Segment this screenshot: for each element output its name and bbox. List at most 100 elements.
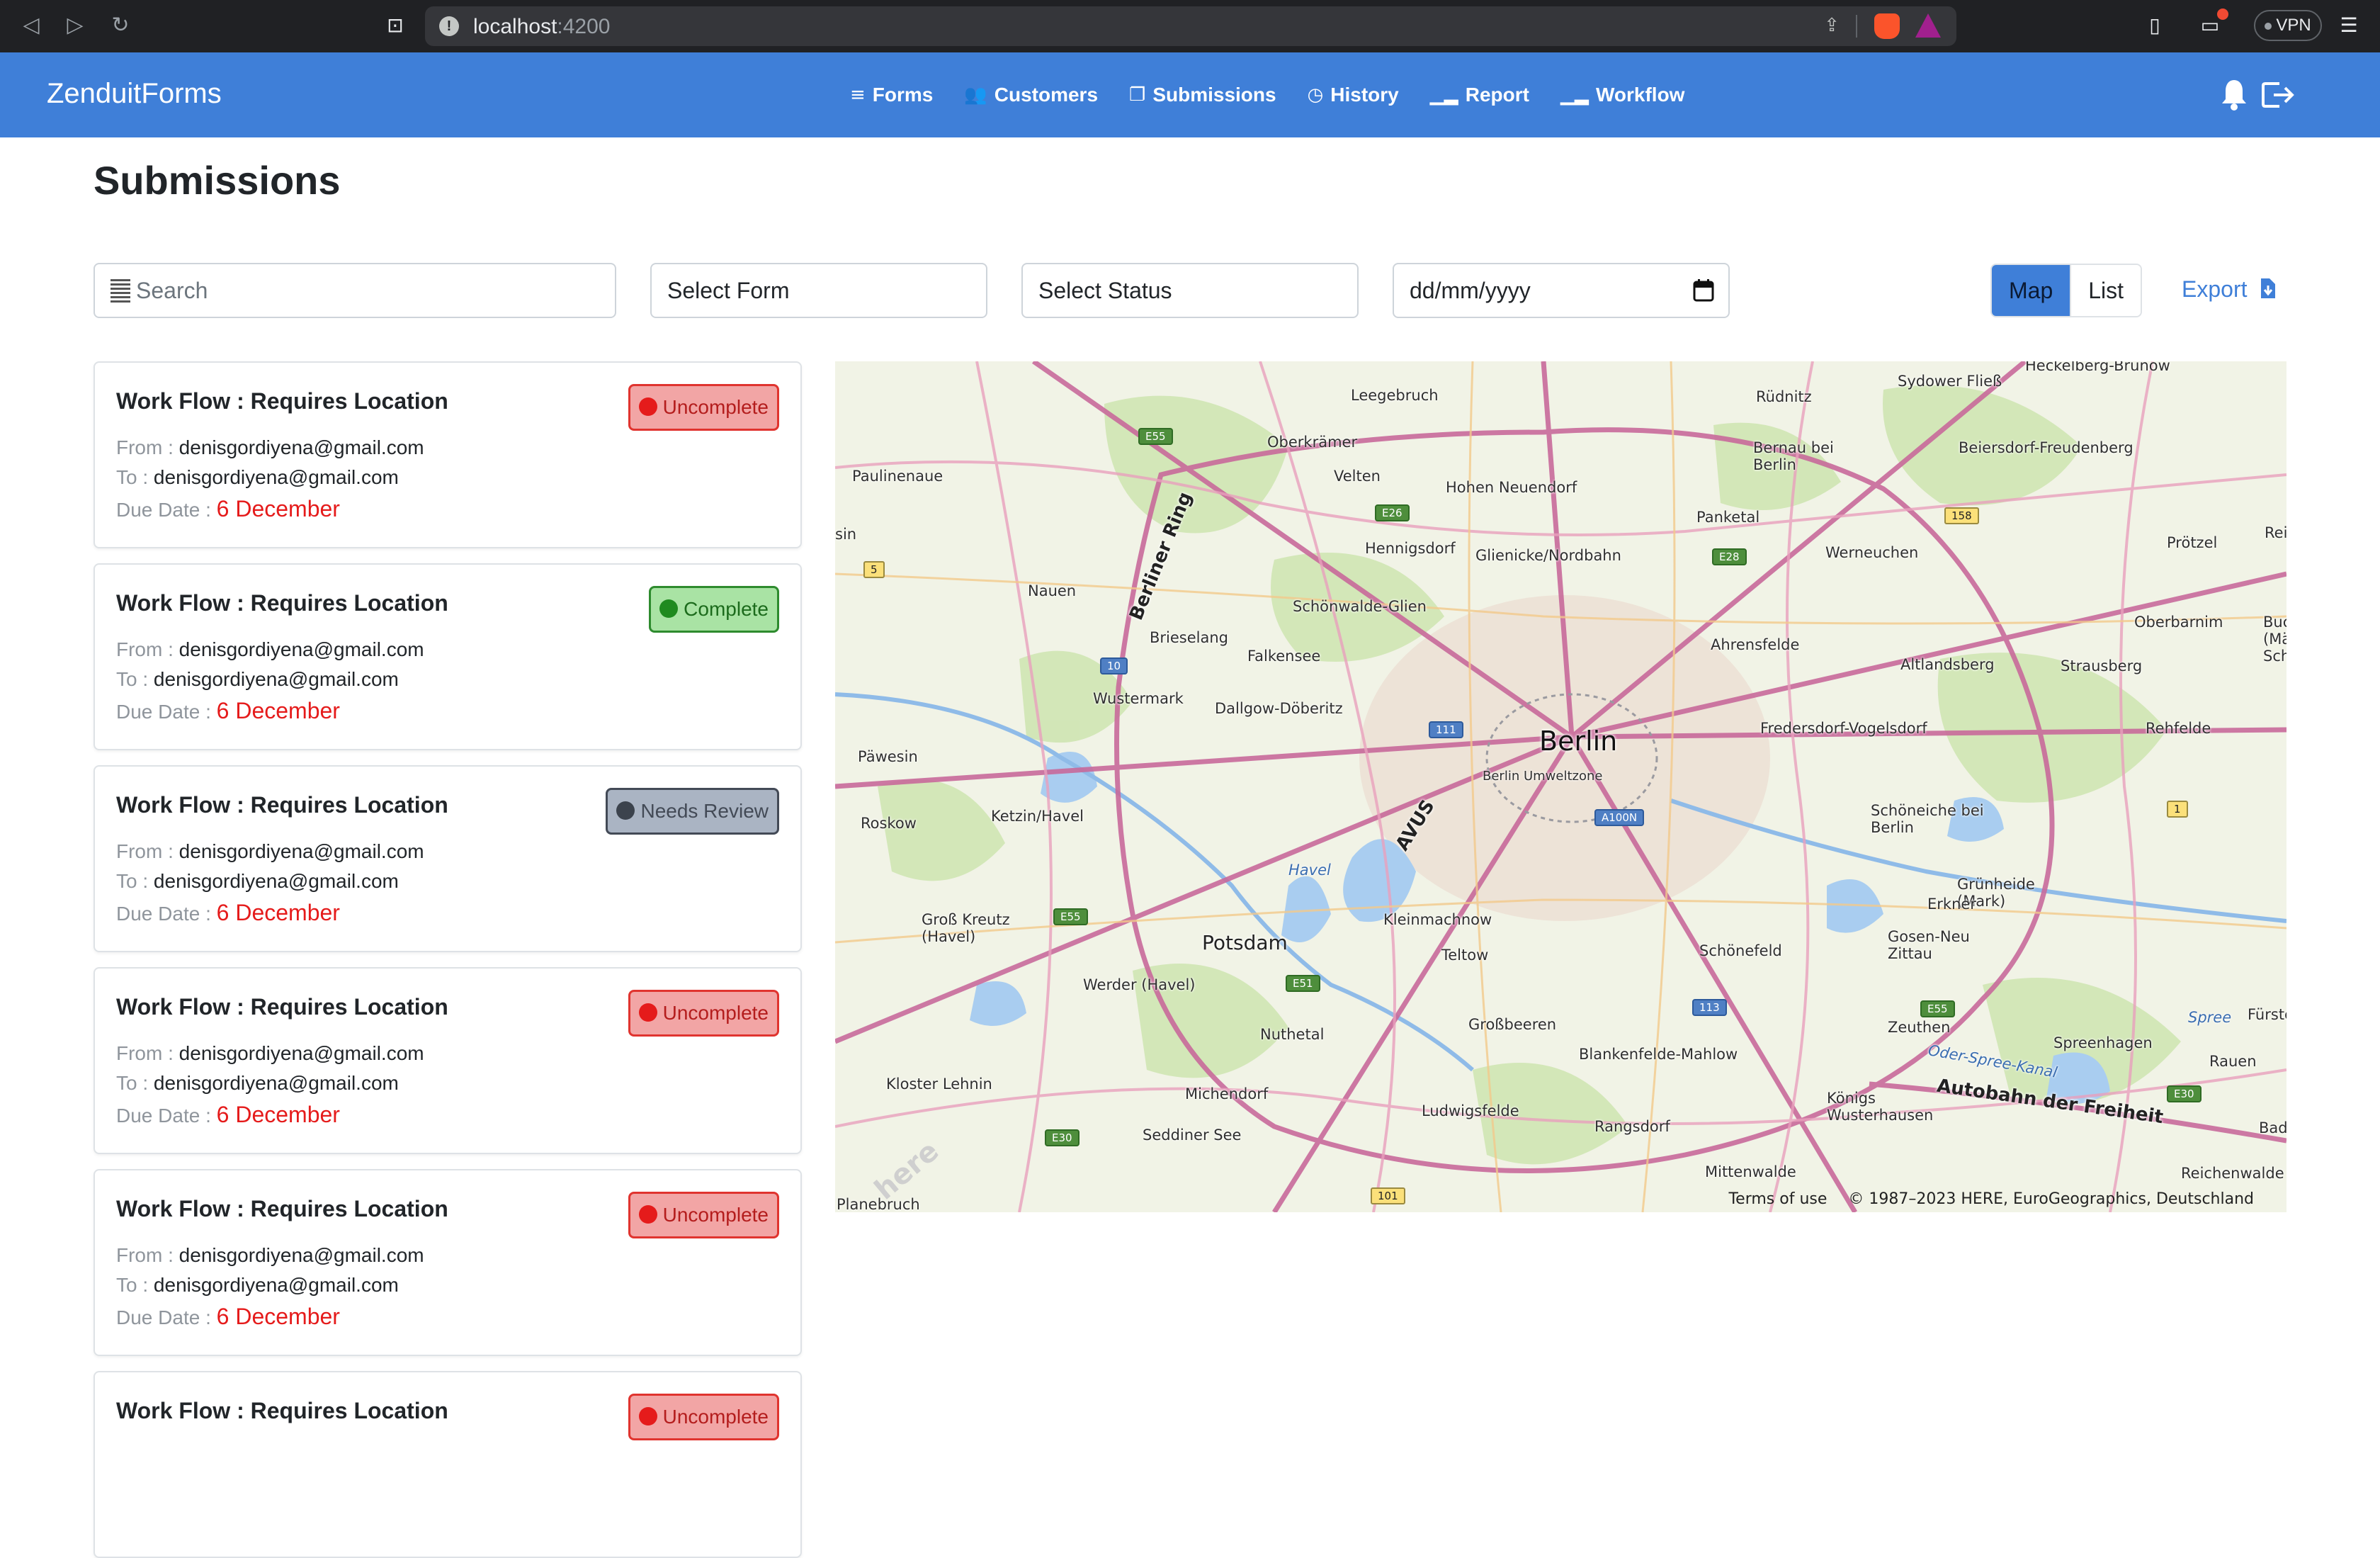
submission-card[interactable]: Work Flow : Requires Location Uncomplete F… <box>94 967 802 1154</box>
map-place-label: Hohen Neuendorf <box>1446 479 1577 496</box>
road-shield: 10 <box>1100 657 1128 674</box>
nav-customers[interactable]: 👥 Customers <box>964 84 1098 106</box>
submission-card[interactable]: Work Flow : Requires Location Uncomplete <box>94 1371 802 1558</box>
from-row: From : denisgordiyena@gmail.com <box>116 638 424 660</box>
map-place-label: Rauen <box>2209 1053 2257 1070</box>
main-nav: ≡ Forms 👥 Customers ❐ Submissions ◷ Hist… <box>850 52 1684 137</box>
chart-icon: ▁▂ <box>1560 84 1589 106</box>
to-email: denisgordiyena@gmail.com <box>153 1072 399 1094</box>
status-badge: Uncomplete <box>628 384 779 431</box>
back-icon[interactable]: ◁ <box>18 13 44 38</box>
map-place-label: Rei <box>2265 524 2286 541</box>
due-date-row: Due Date : 6 December <box>116 698 340 723</box>
map-place-label: Schönwalde-Glien <box>1293 598 1427 615</box>
road-shield: 1 <box>2167 801 2188 818</box>
map-place-label: Schönefeld <box>1699 942 1782 959</box>
road-shield: E55 <box>1053 908 1088 925</box>
brave-rewards-icon[interactable] <box>1915 13 1941 38</box>
brave-shields-icon[interactable] <box>1874 13 1900 39</box>
status-badge: Uncomplete <box>628 1192 779 1238</box>
nav-submissions[interactable]: ❐ Submissions <box>1129 84 1276 106</box>
logout-icon[interactable] <box>2261 81 2296 109</box>
road-shield: E28 <box>1712 548 1747 565</box>
map-place-label: Zeuthen <box>1888 1019 1951 1036</box>
list-view-button[interactable]: List <box>2070 265 2141 316</box>
map-place-label: Werder (Havel) <box>1083 976 1196 993</box>
search-input[interactable]: Search <box>94 263 616 318</box>
search-list-icon <box>110 278 130 303</box>
map-place-label: Spreenhagen <box>2053 1034 2153 1051</box>
submission-card[interactable]: Work Flow : Requires Location Needs Revie… <box>94 765 802 952</box>
map-place-label: Reichenwalde <box>2181 1165 2284 1182</box>
map-place-label: Seddiner See <box>1143 1127 1242 1144</box>
site-info-icon[interactable]: ! <box>439 16 459 36</box>
map-place-label: Altlandsberg <box>1900 656 1995 673</box>
nav-workflow[interactable]: ▁▂ Workflow <box>1560 84 1684 106</box>
road-shield: E55 <box>1920 1000 1955 1017</box>
status-badge: Uncomplete <box>628 1394 779 1440</box>
reload-icon[interactable]: ↻ <box>108 13 133 38</box>
map-place-label: Heckelberg-Brunow <box>2025 361 2170 374</box>
map-view-button[interactable]: Map <box>1992 265 2070 316</box>
map-place-label: Panketal <box>1696 509 1760 526</box>
bookmark-icon[interactable]: ⊡ <box>382 13 408 38</box>
submission-card[interactable]: Work Flow : Requires Location Complete Fro… <box>94 563 802 750</box>
submission-card[interactable]: Work Flow : Requires Location Uncomplete F… <box>94 361 802 548</box>
nav-report[interactable]: ▁▂ Report <box>1430 84 1529 106</box>
to-row: To : denisgordiyena@gmail.com <box>116 668 399 690</box>
submission-title: Work Flow : Requires Location <box>116 792 448 818</box>
road-shield: 111 <box>1429 721 1463 738</box>
map-place-label: Fürste <box>2248 1006 2286 1023</box>
map-place-label: Wustermark <box>1093 690 1184 707</box>
map-place-label: Prötzel <box>2167 534 2218 551</box>
sidebar-toggle-icon[interactable]: ▯ <box>2141 13 2169 38</box>
submissions-map[interactable]: Berlin Berlin Umweltzone Potsdam Berline… <box>835 361 2286 1212</box>
to-row: To : denisgordiyena@gmail.com <box>116 870 399 892</box>
map-place-label: Gosen-Neu Zittau <box>1888 928 1970 962</box>
map-place-label: Hennigsdorf <box>1365 540 1456 557</box>
to-email: denisgordiyena@gmail.com <box>153 466 399 488</box>
nav-history[interactable]: ◷ History <box>1308 84 1399 106</box>
to-row: To : denisgordiyena@gmail.com <box>116 1274 399 1296</box>
status-badge: Uncomplete <box>628 990 779 1037</box>
terms-of-use-link[interactable]: Terms of use <box>1728 1190 1827 1208</box>
browser-toolbar: ◁ ▷ ↻ ⊡ ! localhost:4200 ⇪ ▯ ▭ VPN ☰ <box>0 0 2380 52</box>
map-place-label: Erkner <box>1927 896 1976 913</box>
map-place-label: Dallgow-Döberitz <box>1215 700 1343 717</box>
select-status-dropdown[interactable]: Select Status <box>1021 263 1359 318</box>
url-text[interactable]: localhost:4200 <box>473 15 610 39</box>
divider <box>1856 15 1857 38</box>
from-row: From : denisgordiyena@gmail.com <box>116 1042 424 1064</box>
bell-icon[interactable] <box>2220 78 2248 111</box>
select-form-dropdown[interactable]: Select Form <box>650 263 987 318</box>
clock-icon: ◷ <box>1307 84 1324 106</box>
menu-icon[interactable]: ☰ <box>2335 13 2363 38</box>
page-title: Submissions <box>94 158 341 203</box>
calendar-icon[interactable] <box>1693 278 1714 303</box>
to-email: denisgordiyena@gmail.com <box>153 668 399 690</box>
export-button[interactable]: Export <box>2182 276 2276 303</box>
address-bar[interactable]: ! localhost:4200 ⇪ <box>425 6 1956 46</box>
due-date-row: Due Date : 6 December <box>116 1102 340 1127</box>
map-place-label: Nauen <box>1028 582 1077 599</box>
share-icon[interactable]: ⇪ <box>1820 15 1843 38</box>
nav-forms[interactable]: ≡ Forms <box>850 84 933 106</box>
status-dot-icon <box>659 599 679 618</box>
users-icon: 👥 <box>964 84 987 106</box>
road-shield: E30 <box>2167 1085 2202 1102</box>
brand-logo[interactable]: ZenduitForms <box>47 78 222 110</box>
map-attribution: Terms of use © 1987–2023 HERE, EuroGeogra… <box>1707 1190 2254 1208</box>
map-place-label: Leegebruch <box>1351 387 1439 404</box>
submission-title: Work Flow : Requires Location <box>116 1196 448 1221</box>
forward-icon[interactable]: ▷ <box>62 13 88 38</box>
map-place-label: Kleinmachnow <box>1383 911 1492 928</box>
from-email: denisgordiyena@gmail.com <box>178 1042 424 1064</box>
status-dot-icon <box>616 801 635 820</box>
map-place-label: Fredersdorf-Vogelsdorf <box>1760 720 1927 737</box>
vpn-button[interactable]: VPN <box>2254 10 2322 41</box>
map-place-label: Roskow <box>861 815 917 832</box>
date-input[interactable]: dd/mm/yyyy <box>1393 263 1730 318</box>
from-row: From : denisgordiyena@gmail.com <box>116 1244 424 1266</box>
submission-card[interactable]: Work Flow : Requires Location Uncomplete F… <box>94 1169 802 1356</box>
map-place-label: Groß Kreutz (Havel) <box>922 911 1010 945</box>
